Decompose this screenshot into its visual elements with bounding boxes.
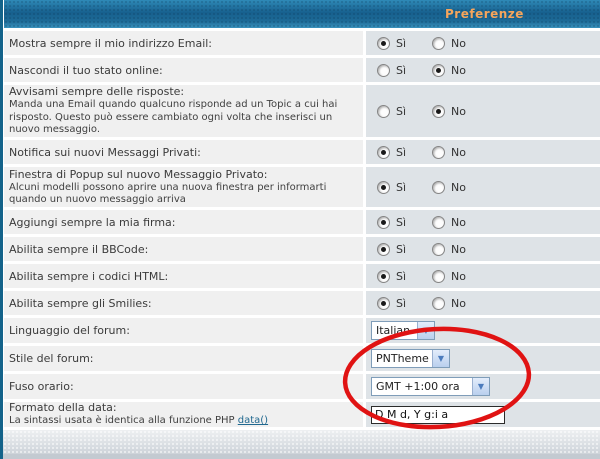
row-label: Finestra di Popup sul nuovo Messaggio Pr… — [9, 167, 268, 181]
chevron-down-icon: ▼ — [417, 322, 434, 339]
chevron-down-icon: ▼ — [432, 350, 449, 367]
radio-group: Sì No — [377, 242, 600, 256]
radio-yes[interactable] — [377, 296, 390, 310]
php-date-function-link[interactable]: data() — [238, 415, 268, 426]
row-pm-popup: Finestra di Popup sul nuovo Messaggio Pr… — [4, 167, 600, 207]
row-forum-language: Linguaggio del forum: Italian ▼ — [4, 318, 600, 343]
row-label: Mostra sempre il mio indirizzo Email: — [9, 36, 213, 50]
radio-group: Sì No — [377, 36, 600, 50]
row-reply-notify: Avvisami sempre delle risposte: Manda un… — [4, 85, 600, 137]
row-timezone: Fuso orario: GMT +1:00 ora ▼ — [4, 374, 600, 399]
radio-group: Sì No — [377, 104, 600, 118]
panel-header: Preferenze — [4, 0, 600, 28]
radio-group: Sì No — [377, 296, 600, 310]
radio-group: Sì No — [377, 215, 600, 229]
radio-no[interactable] — [432, 296, 446, 310]
radio-no-label: No — [451, 269, 467, 283]
row-show-email: Mostra sempre il mio indirizzo Email: Sì… — [4, 31, 600, 55]
page-title: Preferenze — [445, 7, 524, 21]
radio-no[interactable] — [432, 63, 446, 77]
row-label: Abilita sempre gli Smilies: — [9, 296, 152, 310]
row-label: Linguaggio del forum: — [9, 324, 130, 337]
radio-yes-label: Sì — [396, 36, 407, 50]
radio-no[interactable] — [432, 145, 446, 159]
radio-no[interactable] — [432, 180, 446, 194]
radio-no[interactable] — [432, 215, 446, 229]
row-label: Formato della data: — [9, 401, 117, 415]
sublabel-text: La sintassi usata è identica alla funzio… — [9, 415, 238, 427]
radio-no[interactable] — [432, 36, 446, 50]
select-value: GMT +1:00 ora — [376, 380, 460, 393]
radio-no[interactable] — [432, 104, 446, 118]
radio-no-label: No — [451, 180, 467, 194]
row-label: Nascondi il tuo stato online: — [9, 63, 163, 77]
radio-yes[interactable] — [377, 63, 390, 77]
radio-group: Sì No — [377, 63, 600, 77]
row-label: Avvisami sempre delle risposte: — [9, 85, 185, 99]
radio-yes-label: Sì — [396, 242, 407, 256]
date-format-input[interactable] — [371, 405, 505, 424]
radio-no-label: No — [451, 215, 467, 229]
preferences-table: Mostra sempre il mio indirizzo Email: Sì… — [4, 31, 600, 427]
radio-no-label: No — [451, 63, 467, 77]
radio-group: Sì No — [377, 145, 600, 159]
radio-yes[interactable] — [377, 242, 390, 256]
row-enable-html: Abilita sempre i codici HTML: Sì No — [4, 264, 600, 288]
radio-yes[interactable] — [377, 269, 390, 283]
radio-no-label: No — [451, 296, 467, 310]
row-label: Fuso orario: — [9, 380, 74, 393]
row-attach-signature: Aggiungi sempre la mia firma: Sì No — [4, 210, 600, 234]
radio-yes-label: Sì — [396, 104, 407, 118]
row-sublabel: Manda una Email quando qualcuno risponde… — [9, 99, 338, 136]
radio-no-label: No — [451, 36, 467, 50]
radio-yes[interactable] — [377, 104, 390, 118]
radio-no-label: No — [451, 104, 467, 118]
preferences-panel: Preferenze Mostra sempre il mio indirizz… — [0, 0, 600, 459]
row-sublabel: La sintassi usata è identica alla funzio… — [9, 415, 359, 428]
row-enable-bbcode: Abilita sempre il BBCode: Sì No — [4, 237, 600, 261]
row-label: Aggiungi sempre la mia firma: — [9, 215, 176, 229]
radio-no[interactable] — [432, 269, 446, 283]
footer-bar — [3, 430, 600, 454]
radio-no[interactable] — [432, 242, 446, 256]
radio-yes-label: Sì — [396, 63, 407, 77]
row-forum-style: Stile del forum: PNTheme ▼ — [4, 346, 600, 371]
row-hide-online-status: Nascondi il tuo stato online: Sì No — [4, 58, 600, 82]
radio-yes[interactable] — [377, 36, 390, 50]
radio-no-label: No — [451, 145, 467, 159]
row-label: Stile del forum: — [9, 352, 94, 365]
row-date-format: Formato della data: La sintassi usata è … — [4, 401, 600, 428]
radio-yes-label: Sì — [396, 215, 407, 229]
radio-group: Sì No — [377, 269, 600, 283]
radio-yes-label: Sì — [396, 269, 407, 283]
row-label: Abilita sempre il BBCode: — [9, 242, 149, 256]
radio-yes-label: Sì — [396, 180, 407, 194]
row-label: Abilita sempre i codici HTML: — [9, 269, 169, 283]
row-enable-smilies: Abilita sempre gli Smilies: Sì No — [4, 291, 600, 315]
radio-yes[interactable] — [377, 215, 390, 229]
radio-yes-label: Sì — [396, 296, 407, 310]
forum-style-select[interactable]: PNTheme ▼ — [371, 349, 450, 368]
radio-yes-label: Sì — [396, 145, 407, 159]
radio-yes[interactable] — [377, 145, 390, 159]
radio-no-label: No — [451, 242, 467, 256]
footer-edge — [3, 454, 600, 459]
select-value: PNTheme — [376, 352, 429, 365]
radio-yes[interactable] — [377, 180, 390, 194]
forum-language-select[interactable]: Italian ▼ — [371, 321, 435, 340]
row-sublabel: Alcuni modelli possono aprire una nuova … — [9, 181, 327, 206]
chevron-down-icon: ▼ — [472, 378, 489, 395]
row-label: Notifica sui nuovi Messaggi Privati: — [9, 145, 201, 159]
timezone-select[interactable]: GMT +1:00 ora ▼ — [371, 377, 490, 396]
row-pm-notify: Notifica sui nuovi Messaggi Privati: Sì … — [4, 140, 600, 164]
radio-group: Sì No — [377, 180, 600, 194]
select-value: Italian — [376, 324, 411, 337]
